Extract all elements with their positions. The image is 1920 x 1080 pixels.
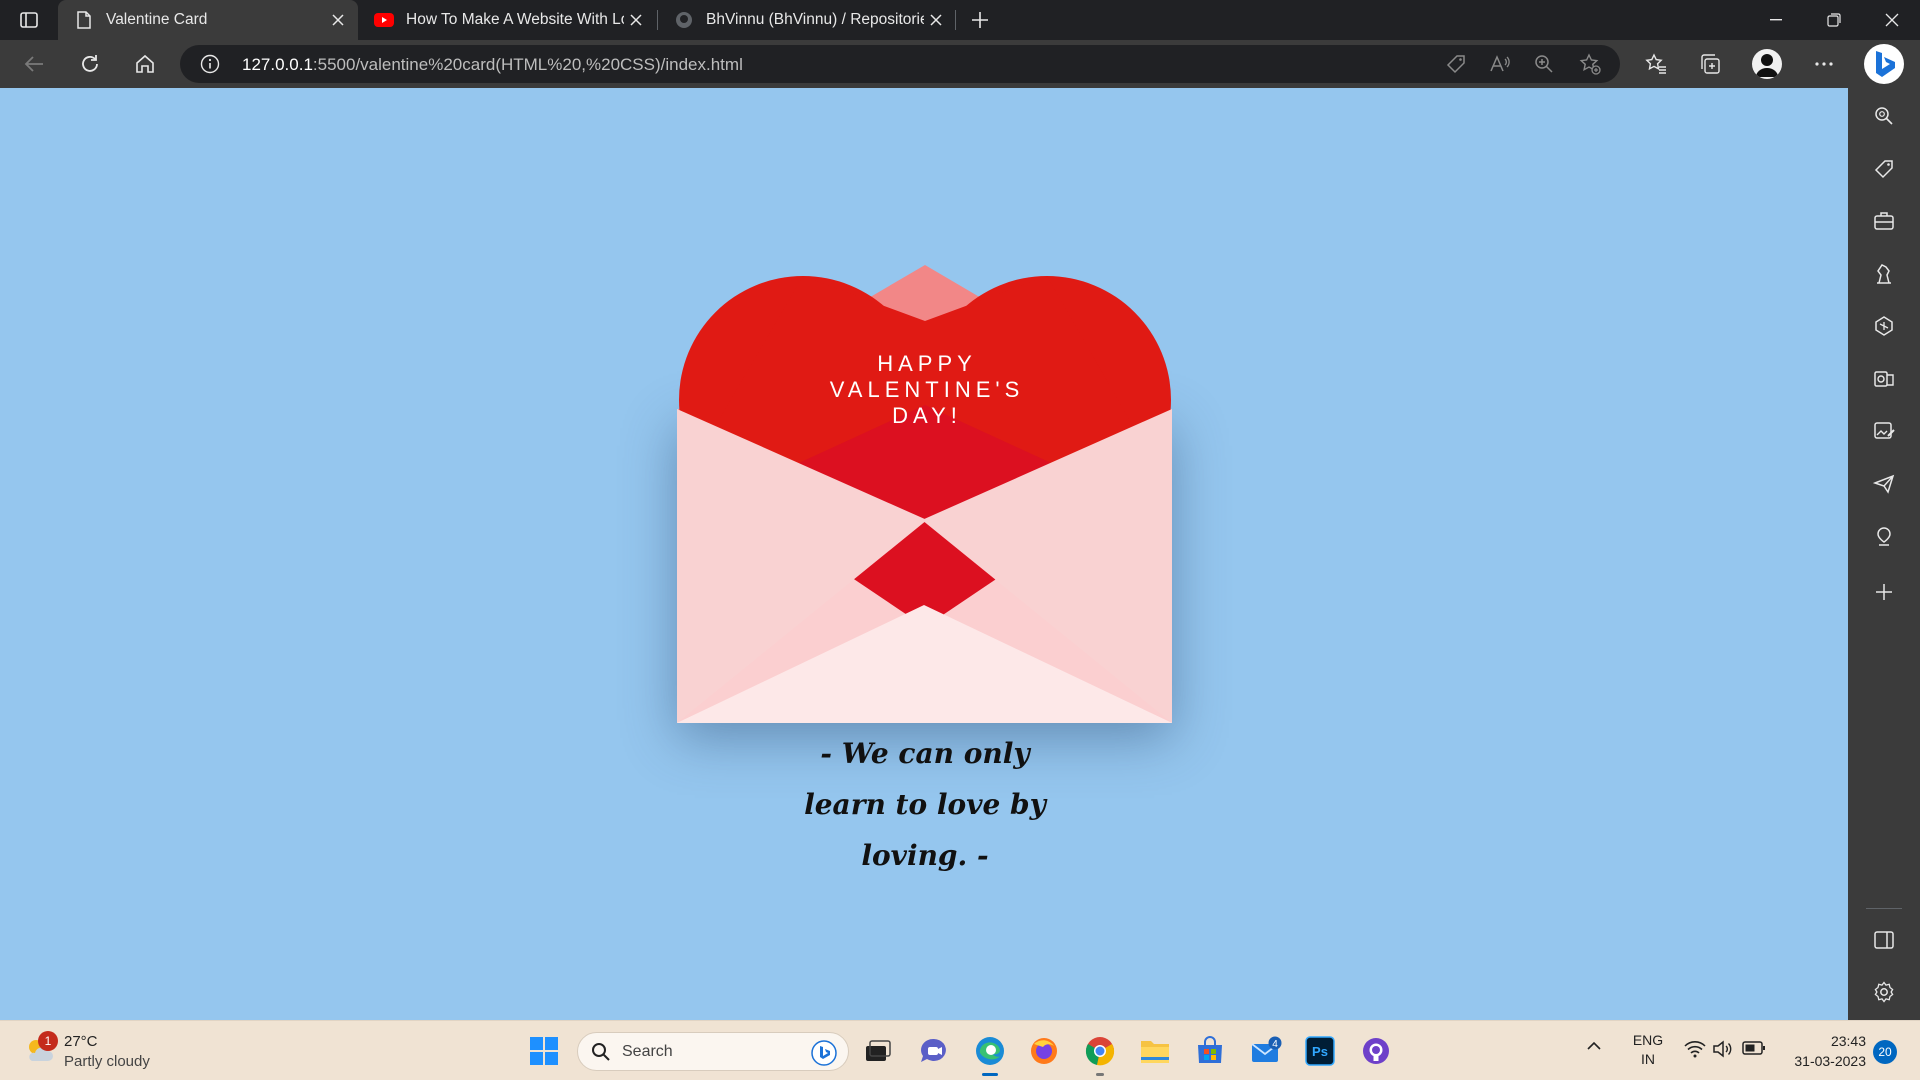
microsoft-store-icon[interactable] (1190, 1031, 1230, 1071)
image-creator-icon[interactable] (1872, 419, 1896, 443)
weather-widget[interactable]: 1 27°C Partly cloudy (20, 1029, 180, 1073)
notification-count-badge[interactable]: 20 (1873, 1040, 1897, 1064)
games-icon[interactable] (1872, 262, 1896, 286)
edge-browser-icon[interactable] (970, 1031, 1010, 1071)
battery-icon[interactable] (1742, 1040, 1766, 1056)
home-icon[interactable] (129, 48, 161, 80)
sidebar-settings-icon[interactable] (1872, 980, 1896, 1004)
valentine-card[interactable]: HAPPY VALENTINE'S DAY! (677, 175, 1172, 723)
github-icon (674, 10, 694, 30)
weather-temperature: 27°C (64, 1033, 98, 1050)
show-hidden-icons-icon[interactable] (1586, 1041, 1602, 1051)
active-app-indicator (982, 1073, 998, 1076)
file-explorer-icon[interactable] (1135, 1031, 1175, 1071)
love-quote: - We can only learn to love by loving. - (780, 728, 1070, 881)
tab-actions-icon[interactable] (16, 8, 42, 32)
restore-icon[interactable] (1806, 0, 1862, 40)
tab-title: BhVinnu (BhVinnu) / Repositories (706, 11, 924, 28)
send-icon[interactable] (1872, 472, 1896, 496)
chrome-icon[interactable] (1080, 1031, 1120, 1071)
edge-sidebar (1848, 88, 1920, 1020)
card-message-line: VALENTINE'S (830, 377, 1025, 402)
mail-unread-badge: 4 (1272, 1039, 1278, 1050)
tab-github-repositories[interactable]: BhVinnu (BhVinnu) / Repositories (658, 0, 956, 40)
tab-title: How To Make A Website With Lo (406, 11, 624, 28)
wifi-icon[interactable] (1684, 1040, 1706, 1058)
refresh-icon[interactable] (74, 48, 106, 80)
svg-text:Ps: Ps (1312, 1044, 1328, 1059)
taskbar-search-box[interactable]: Search (577, 1032, 849, 1071)
new-tab-icon[interactable] (966, 6, 994, 34)
profile-avatar[interactable] (1752, 49, 1782, 79)
zoom-in-icon[interactable] (1532, 52, 1556, 76)
outlook-icon[interactable] (1872, 367, 1896, 391)
tools-briefcase-icon[interactable] (1872, 209, 1896, 233)
weather-condition: Partly cloudy (64, 1053, 150, 1070)
back-icon[interactable] (18, 48, 50, 80)
add-favorite-icon[interactable] (1578, 52, 1602, 76)
hide-sidebar-icon[interactable] (1872, 928, 1896, 952)
volume-icon[interactable] (1712, 1040, 1734, 1058)
url-path: :5500/valentine%20card(HTML%20,%20CSS)/i… (312, 55, 743, 74)
shopping-tag-icon[interactable] (1872, 157, 1896, 181)
close-window-icon[interactable] (1864, 0, 1920, 40)
windows-taskbar: 1 27°C Partly cloudy Search 4 Ps ENG IN … (0, 1020, 1920, 1080)
clock-date: 31-03-2023 (1794, 1053, 1866, 1069)
card-message-line: HAPPY (877, 351, 977, 376)
url-text[interactable]: 127.0.0.1:5500/valentine%20card(HTML%20,… (242, 55, 743, 75)
running-app-indicator (1096, 1073, 1104, 1076)
quote-line: loving. - (861, 839, 989, 872)
tab-youtube-video[interactable]: How To Make A Website With Lo (358, 0, 656, 40)
region-code: IN (1641, 1051, 1655, 1067)
search-placeholder: Search (622, 1043, 673, 1060)
search-icon (592, 1043, 610, 1061)
collections-icon[interactable] (1694, 48, 1726, 80)
read-aloud-icon[interactable] (1488, 52, 1512, 76)
document-icon (74, 10, 94, 30)
system-clock[interactable]: 23:43 31-03-2023 (1780, 1031, 1866, 1071)
drop-icon[interactable] (1872, 524, 1896, 548)
minimize-icon[interactable] (1748, 0, 1804, 40)
close-tab-icon[interactable] (326, 8, 350, 32)
more-options-icon[interactable] (1808, 48, 1840, 80)
address-bar[interactable]: 127.0.0.1:5500/valentine%20card(HTML%20,… (180, 45, 1620, 83)
clock-time: 23:43 (1830, 1033, 1866, 1049)
browser-toolbar: 127.0.0.1:5500/valentine%20card(HTML%20,… (0, 40, 1920, 88)
photoshop-icon[interactable]: Ps (1300, 1031, 1340, 1071)
start-windows-icon[interactable] (524, 1031, 564, 1071)
task-view-icon[interactable] (858, 1031, 898, 1071)
weather-alert-badge: 1 (38, 1031, 58, 1051)
language-code: ENG (1632, 1032, 1664, 1048)
microsoft-365-icon[interactable] (1872, 314, 1896, 338)
bing-icon (811, 1040, 837, 1066)
youtube-icon (374, 10, 394, 30)
firefox-icon[interactable] (1024, 1031, 1064, 1071)
close-tab-icon[interactable] (924, 8, 948, 32)
bing-chat-icon[interactable] (1864, 44, 1904, 84)
input-language[interactable]: ENG IN (1630, 1031, 1666, 1069)
coupon-tag-icon[interactable] (1444, 52, 1468, 76)
card-message-line: DAY! (892, 403, 962, 428)
close-tab-icon[interactable] (624, 8, 648, 32)
favorites-icon[interactable] (1640, 48, 1672, 80)
tab-separator (955, 10, 956, 30)
mail-icon[interactable]: 4 (1246, 1031, 1286, 1071)
tab-valentine-card[interactable]: Valentine Card (58, 0, 358, 40)
sidebar-divider (1866, 908, 1902, 909)
site-info-icon[interactable] (200, 54, 220, 74)
quote-line: learn to love by (804, 788, 1046, 821)
tab-title: Valentine Card (106, 11, 208, 28)
teams-chat-icon[interactable] (914, 1031, 954, 1071)
search-sidebar-icon[interactable] (1872, 104, 1896, 128)
url-host: 127.0.0.1 (242, 55, 313, 74)
github-desktop-icon[interactable] (1356, 1031, 1396, 1071)
quote-line: - We can only (820, 737, 1030, 770)
tab-strip: Valentine Card How To Make A Website Wit… (0, 0, 1920, 40)
add-sidebar-app-icon[interactable] (1872, 580, 1896, 604)
